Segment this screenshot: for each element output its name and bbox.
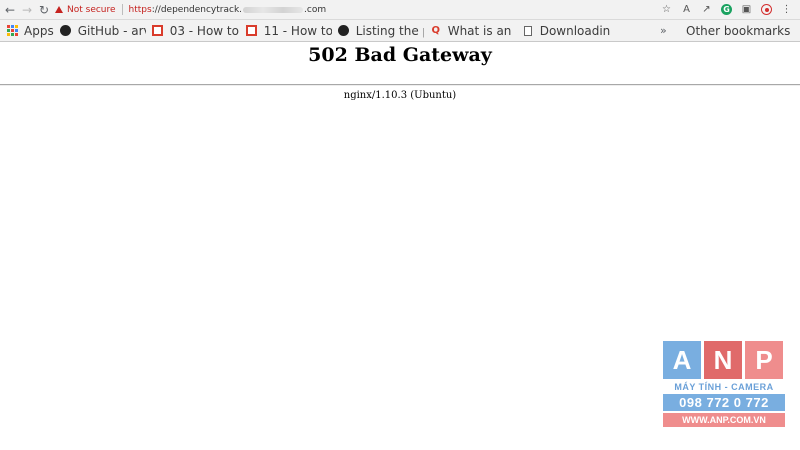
- clipboard-icon[interactable]: ▣: [741, 4, 752, 15]
- bookmark-label: What is an a: [447, 23, 516, 38]
- red-square-icon: [246, 25, 258, 37]
- bookmark-label: Other bookmarks: [686, 23, 791, 38]
- extension-icon[interactable]: ↗: [701, 4, 712, 15]
- watermark-letter-n: N: [704, 341, 742, 379]
- q-icon: Q: [431, 25, 440, 36]
- divider: [121, 4, 123, 15]
- address-bar[interactable]: Not secure https ://dependencytrack. .co…: [55, 2, 326, 17]
- reload-icon[interactable]: ↻: [37, 3, 51, 17]
- watermark-tagline: MÁY TÍNH - CAMERA: [674, 382, 774, 392]
- url-protocol: https: [128, 4, 152, 15]
- bookmark-other-bookmarks[interactable]: Other bookmarks: [680, 24, 790, 38]
- watermark-letter-p: P: [745, 341, 783, 379]
- bookmarks-overflow-button[interactable]: »: [660, 24, 667, 37]
- watermark-phone: 098 772 0 772: [663, 394, 785, 411]
- bookmark-label: Downloadin: [539, 23, 611, 38]
- bookmark-03-how-to[interactable]: 03 - How to: [152, 24, 240, 38]
- github-icon: [338, 25, 350, 37]
- security-indicator[interactable]: Not secure: [55, 5, 116, 15]
- bookmark-11-how-to[interactable]: 11 - How to: [246, 24, 332, 38]
- url-redacted: [243, 6, 304, 13]
- anp-watermark-logo: A N P MÁY TÍNH - CAMERA 098 772 0 772 WW…: [663, 341, 785, 427]
- security-label: Not secure: [67, 4, 116, 15]
- bookmark-apps[interactable]: Apps: [6, 24, 54, 38]
- forward-icon[interactable]: →: [20, 3, 34, 17]
- url-host-start: ://dependencytrack.: [151, 4, 243, 15]
- grammarly-icon[interactable]: G: [721, 4, 732, 15]
- red-square-icon: [152, 25, 164, 37]
- server-signature: nginx/1.10.3 (Ubuntu): [343, 90, 457, 101]
- extension-icons: ☆ A ↗ G ▣ ⋮: [661, 2, 792, 17]
- bookmark-downloading[interactable]: Downloadin: [522, 24, 612, 38]
- page-title: 502 Bad Gateway: [308, 44, 492, 66]
- bookmark-label: 11 - How to: [263, 23, 332, 38]
- bookmark-label: Apps: [24, 23, 54, 38]
- bookmark-label: 03 - How to: [169, 23, 239, 38]
- back-icon[interactable]: ←: [3, 3, 17, 17]
- bookmark-listing-the[interactable]: Listing the p: [338, 24, 424, 38]
- star-icon[interactable]: ☆: [661, 4, 672, 15]
- translate-icon[interactable]: A: [681, 4, 692, 15]
- page-icon: [522, 25, 534, 37]
- apps-grid-icon: [6, 25, 18, 37]
- url-host-end: .com: [304, 4, 327, 15]
- browser-toolbar: ← → ↻ Not secure https ://dependencytrac…: [0, 0, 800, 20]
- bookmarks-bar: Apps GitHub - arv 03 - How to 11 - How t…: [0, 20, 800, 42]
- watermark-letters: A N P: [663, 341, 785, 379]
- bookmark-github-arv[interactable]: GitHub - arv: [60, 24, 146, 38]
- watermark-letter-a: A: [663, 341, 701, 379]
- bookmark-what-is-an[interactable]: Q What is an a: [430, 23, 516, 38]
- github-icon: [60, 25, 72, 37]
- warning-icon: [55, 6, 63, 13]
- bookmark-label: GitHub - arv: [77, 23, 146, 38]
- horizontal-rule: [0, 84, 800, 86]
- watermark-website: WWW.ANP.COM.VN: [663, 413, 785, 427]
- bookmark-label: Listing the p: [355, 23, 424, 38]
- menu-icon[interactable]: ⋮: [781, 4, 792, 15]
- record-icon[interactable]: [761, 4, 772, 15]
